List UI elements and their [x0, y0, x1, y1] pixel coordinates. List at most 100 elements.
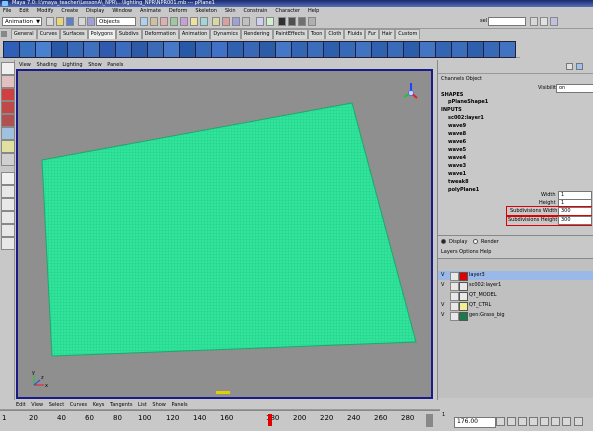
last-tool-icon[interactable] — [1, 153, 15, 166]
menu-help[interactable]: Help — [308, 8, 319, 14]
save-scene-icon[interactable] — [66, 17, 74, 26]
subdivide-icon[interactable] — [355, 41, 372, 58]
separate-icon[interactable] — [147, 41, 164, 58]
step-forward-icon[interactable] — [540, 417, 549, 426]
select-by-hierarchy-icon[interactable] — [78, 17, 86, 26]
key-icon[interactable] — [562, 417, 571, 426]
soften-edge-icon[interactable] — [419, 41, 436, 58]
layer-row[interactable]: QT_MODEL — [438, 291, 593, 301]
render-globals-icon[interactable] — [298, 17, 306, 26]
menu-skeleton[interactable]: Skeleton — [195, 8, 217, 14]
selection-mask-dropdown[interactable]: Objects — [96, 17, 136, 26]
shape-name[interactable]: pPlaneShape1 — [448, 99, 488, 105]
append-polygon-icon[interactable] — [227, 41, 244, 58]
menu-modify[interactable]: Modify — [37, 8, 54, 14]
menu-file[interactable]: File — [3, 8, 11, 14]
snap-curve-icon[interactable] — [222, 17, 230, 26]
show-tool-settings-icon[interactable] — [540, 17, 548, 26]
view-axis-gizmo-icon[interactable] — [403, 83, 418, 99]
tab-fluids[interactable]: Fluids — [344, 29, 366, 39]
bottom-menu-edit[interactable]: Edit — [16, 402, 26, 408]
perspective-viewport[interactable]: x y z — [16, 69, 433, 399]
input-item[interactable]: wave4 — [448, 155, 466, 161]
tab-subdivs[interactable]: Subdivs — [115, 29, 142, 39]
tab-surfaces[interactable]: Surfaces — [60, 29, 88, 39]
rotate-tool-icon[interactable] — [1, 101, 15, 114]
panel-menu-view[interactable]: View — [19, 62, 31, 68]
panel-menu-show[interactable]: Show — [88, 62, 102, 68]
timeline-scroll-handle[interactable] — [426, 414, 433, 427]
layer-visibility-toggle[interactable]: V — [441, 301, 444, 310]
bottom-menu-keys[interactable]: Keys — [93, 402, 105, 408]
poly-torus-icon[interactable] — [83, 41, 100, 58]
display-radio[interactable] — [441, 239, 446, 244]
menu-display[interactable]: Display — [86, 8, 104, 14]
quick-select-icon[interactable] — [308, 17, 316, 26]
layer-visibility-toggle[interactable]: V — [441, 281, 444, 290]
input-item[interactable]: sc002:layer1 — [448, 115, 484, 121]
layers-menu[interactable]: Layers — [441, 249, 458, 255]
input-item[interactable]: tweak8 — [448, 179, 469, 185]
poly-sphere-icon[interactable] — [3, 41, 20, 58]
tab-curves[interactable]: Curves — [36, 29, 60, 39]
quick-select-field[interactable] — [488, 17, 526, 26]
extrude-face-icon[interactable] — [179, 41, 196, 58]
layer-display-type-toggle[interactable] — [450, 302, 459, 311]
object-menu[interactable]: Object — [466, 76, 482, 82]
quadrangulate-icon[interactable] — [387, 41, 404, 58]
layer-row[interactable]: V layer3 — [438, 271, 593, 281]
tab-polygons[interactable]: Polygons — [87, 29, 116, 39]
select-curves-icon[interactable] — [160, 17, 168, 26]
poly-plane-mesh[interactable] — [41, 102, 417, 357]
panel-menu-lighting[interactable]: Lighting — [62, 62, 82, 68]
layer-color-swatch[interactable] — [459, 302, 468, 311]
history-output-icon[interactable] — [266, 17, 274, 26]
tab-painteffects[interactable]: PaintEffects — [272, 29, 308, 39]
layer-row[interactable]: V sc002:layer1 — [438, 281, 593, 291]
layer-editor-toggle-icon[interactable] — [576, 63, 583, 70]
insert-edge-loop-icon[interactable] — [259, 41, 276, 58]
input-item[interactable]: wave1 — [448, 171, 466, 177]
shelf-menu-icon[interactable] — [1, 31, 7, 37]
layer-display-type-toggle[interactable] — [450, 282, 459, 291]
channel-box-toggle-icon[interactable] — [566, 63, 573, 70]
panel-menu-shading[interactable]: Shading — [36, 62, 56, 68]
bottom-menu-tangents[interactable]: Tangents — [110, 402, 132, 408]
viewport-canvas[interactable]: x y z — [18, 71, 431, 397]
panel-menu-panels[interactable]: Panels — [107, 62, 123, 68]
subdivisions-height-field[interactable]: 300 — [558, 216, 592, 225]
poly-cone-icon[interactable] — [51, 41, 68, 58]
open-scene-icon[interactable] — [56, 17, 64, 26]
uv-texture-editor-icon[interactable] — [467, 41, 484, 58]
single-perspective-layout-icon[interactable] — [1, 172, 15, 185]
tab-toon[interactable]: Toon — [307, 29, 326, 39]
bevel-icon[interactable] — [291, 41, 308, 58]
input-item[interactable]: wave5 — [448, 147, 466, 153]
current-frame-field[interactable]: 176.00 — [454, 417, 496, 428]
tab-dynamics[interactable]: Dynamics — [210, 29, 241, 39]
tab-cloth[interactable]: Cloth — [325, 29, 345, 39]
collapse-icon[interactable] — [323, 41, 340, 58]
poly-cube-icon[interactable] — [19, 41, 36, 58]
menu-skin[interactable]: Skin — [225, 8, 236, 14]
snap-plane-icon[interactable] — [242, 17, 250, 26]
layer-color-swatch[interactable] — [459, 272, 468, 281]
select-deformations-icon[interactable] — [180, 17, 188, 26]
menu-constrain[interactable]: Constrain — [243, 8, 267, 14]
mode-dropdown[interactable]: Animation ▼ — [2, 17, 42, 26]
bottom-menu-curves[interactable]: Curves — [70, 402, 87, 408]
bottom-menu-show[interactable]: Show — [152, 402, 166, 408]
select-surfaces-icon[interactable] — [170, 17, 178, 26]
bottom-menu-list[interactable]: List — [138, 402, 147, 408]
input-item[interactable]: wave6 — [448, 139, 466, 145]
move-tool-icon[interactable] — [1, 88, 15, 101]
snap-point-icon[interactable] — [232, 17, 240, 26]
bottom-menu-view[interactable]: View — [31, 402, 43, 408]
layer-display-type-toggle[interactable] — [450, 272, 459, 281]
play-forward-icon[interactable] — [529, 417, 538, 426]
menu-deform[interactable]: Deform — [169, 8, 188, 14]
select-rendering-icon[interactable] — [200, 17, 208, 26]
bottom-menu-select[interactable]: Select — [49, 402, 64, 408]
step-back-icon[interactable] — [507, 417, 516, 426]
reverse-normals-icon[interactable] — [403, 41, 420, 58]
